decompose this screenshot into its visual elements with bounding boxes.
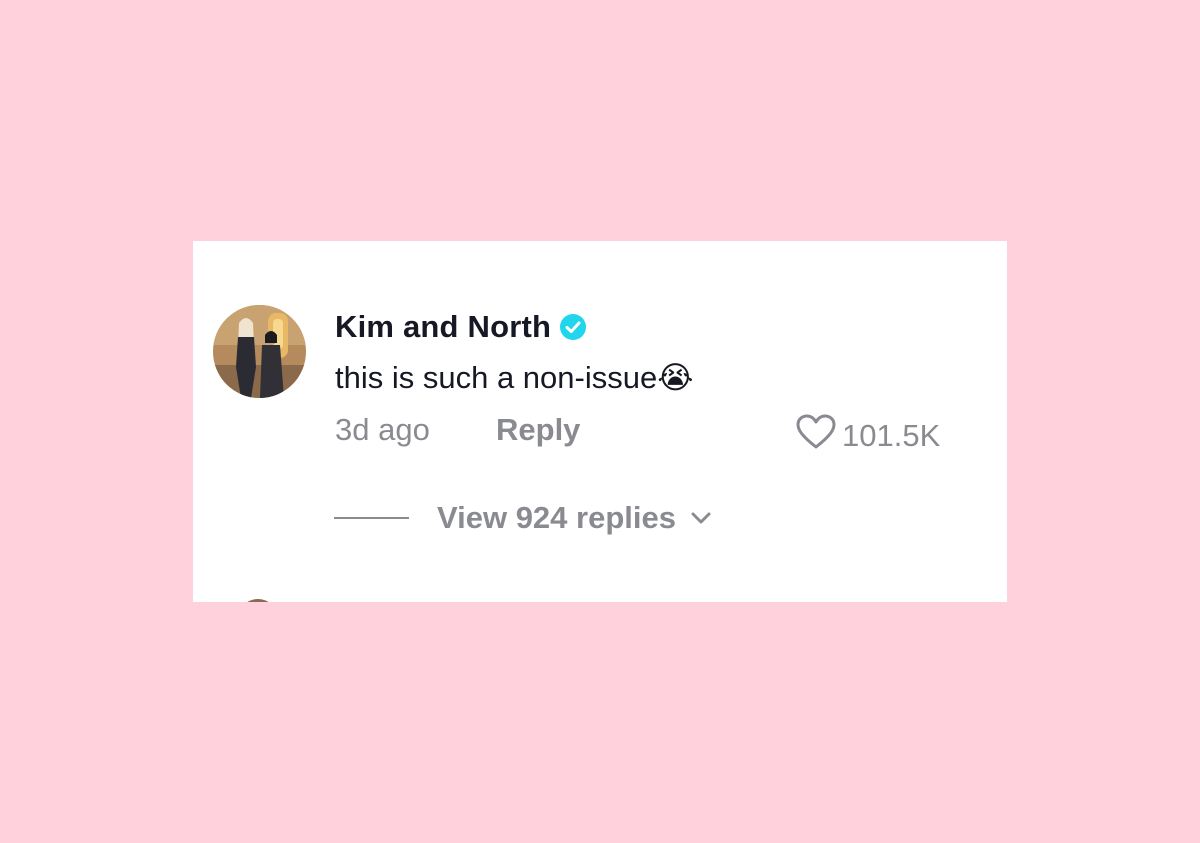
replies-divider — [334, 517, 409, 519]
comment-card: Kim and North this is such a non-issue😭 … — [193, 241, 1007, 602]
reply-button[interactable]: Reply — [496, 412, 580, 448]
username[interactable]: Kim and North — [335, 309, 551, 345]
view-replies-button[interactable]: View 924 replies — [334, 500, 712, 536]
heart-outline-icon — [796, 414, 836, 458]
comment-timestamp: 3d ago — [335, 412, 430, 447]
like-button[interactable]: 101.5K — [796, 414, 940, 458]
avatar-photo — [213, 305, 306, 398]
next-comment-avatar[interactable] — [238, 599, 278, 602]
username-row: Kim and North — [335, 309, 587, 345]
chevron-down-icon — [690, 511, 712, 525]
comment-text: this is such a non-issue😭 — [335, 360, 694, 395]
view-replies-label: View 924 replies — [437, 500, 676, 535]
verified-check-icon — [559, 313, 587, 341]
user-avatar[interactable] — [213, 305, 306, 398]
like-count: 101.5K — [842, 418, 941, 453]
